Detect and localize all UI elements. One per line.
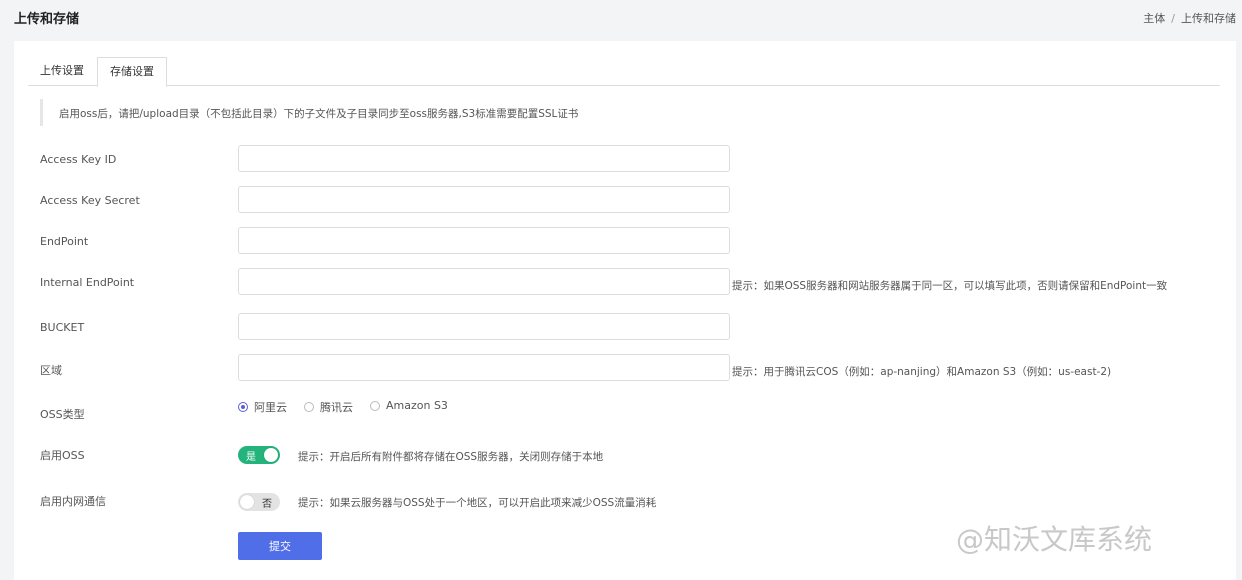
- region-label: 区域: [40, 364, 62, 377]
- oss-type-option-amazon-s3[interactable]: Amazon S3: [370, 399, 448, 412]
- enable-oss-toggle[interactable]: 是: [238, 446, 280, 464]
- region-hint: 提示：用于腾讯云COS（例如：ap-nanjing）和Amazon S3（例如：…: [732, 366, 1112, 378]
- endpoint-input[interactable]: [238, 227, 730, 254]
- enable-oss-hint: 提示：开启后所有附件都将存储在OSS服务器，关闭则存储于本地: [298, 451, 604, 463]
- region-input[interactable]: [238, 354, 730, 381]
- bucket-label: BUCKET: [40, 321, 85, 334]
- breadcrumb-item-current: 上传和存储: [1181, 12, 1236, 25]
- endpoint-label: EndPoint: [40, 235, 89, 248]
- tab-upload-settings[interactable]: 上传设置: [28, 57, 96, 85]
- breadcrumb: 主体 / 上传和存储: [1143, 10, 1236, 26]
- top-bar: 上传和存储 主体 / 上传和存储: [0, 0, 1242, 40]
- page-title: 上传和存储: [14, 12, 80, 27]
- access-key-id-label: Access Key ID: [40, 153, 117, 166]
- enable-intranet-hint: 提示：如果云服务器与OSS处于一个地区，可以开启此项来减少OSS流量消耗: [298, 497, 657, 509]
- oss-type-option-label: Amazon S3: [386, 399, 448, 412]
- bucket-input[interactable]: [238, 313, 730, 340]
- oss-type-option-label: 阿里云: [254, 401, 287, 414]
- oss-type-option-aliyun[interactable]: 阿里云: [238, 399, 287, 415]
- internal-endpoint-label: Internal EndPoint: [40, 276, 135, 289]
- access-key-id-input[interactable]: [238, 145, 730, 172]
- notice-text: 启用oss后，请把/upload目录（不包括此目录）下的子文件及子目录同步至os…: [59, 108, 579, 120]
- tab-storage-settings[interactable]: 存储设置: [97, 57, 167, 87]
- internal-endpoint-hint: 提示：如果OSS服务器和网站服务器属于同一区，可以填写此项，否则请保留和EndP…: [732, 280, 1168, 292]
- toggle-knob: [264, 448, 278, 462]
- submit-button[interactable]: 提交: [238, 532, 322, 560]
- settings-card: 上传设置 存储设置 启用oss后，请把/upload目录（不包括此目录）下的子文…: [14, 41, 1236, 580]
- watermark: @知沃文库系统: [956, 523, 1153, 556]
- radio-unchecked-icon: [370, 400, 380, 411]
- enable-intranet-toggle[interactable]: 否: [238, 493, 280, 511]
- internal-endpoint-input[interactable]: [238, 268, 730, 295]
- enable-intranet-label: 启用内网通信: [40, 495, 106, 508]
- toggle-knob: [240, 495, 254, 509]
- access-key-secret-input[interactable]: [238, 186, 730, 213]
- toggle-state-text: 否: [262, 499, 272, 510]
- radio-checked-icon: [238, 402, 248, 412]
- access-key-secret-label: Access Key Secret: [40, 194, 140, 207]
- breadcrumb-separator: /: [1171, 12, 1175, 25]
- oss-type-option-label: 腾讯云: [320, 401, 353, 414]
- oss-type-label: OSS类型: [40, 408, 85, 421]
- enable-oss-label: 启用OSS: [40, 449, 85, 462]
- breadcrumb-item-home[interactable]: 主体: [1143, 12, 1165, 25]
- toggle-state-text: 是: [246, 452, 256, 463]
- oss-type-option-tencent[interactable]: 腾讯云: [304, 399, 353, 415]
- tab-bar: 上传设置 存储设置: [28, 57, 1220, 87]
- radio-unchecked-icon: [304, 402, 314, 412]
- notice-box: 启用oss后，请把/upload目录（不包括此目录）下的子文件及子目录同步至os…: [40, 99, 1213, 126]
